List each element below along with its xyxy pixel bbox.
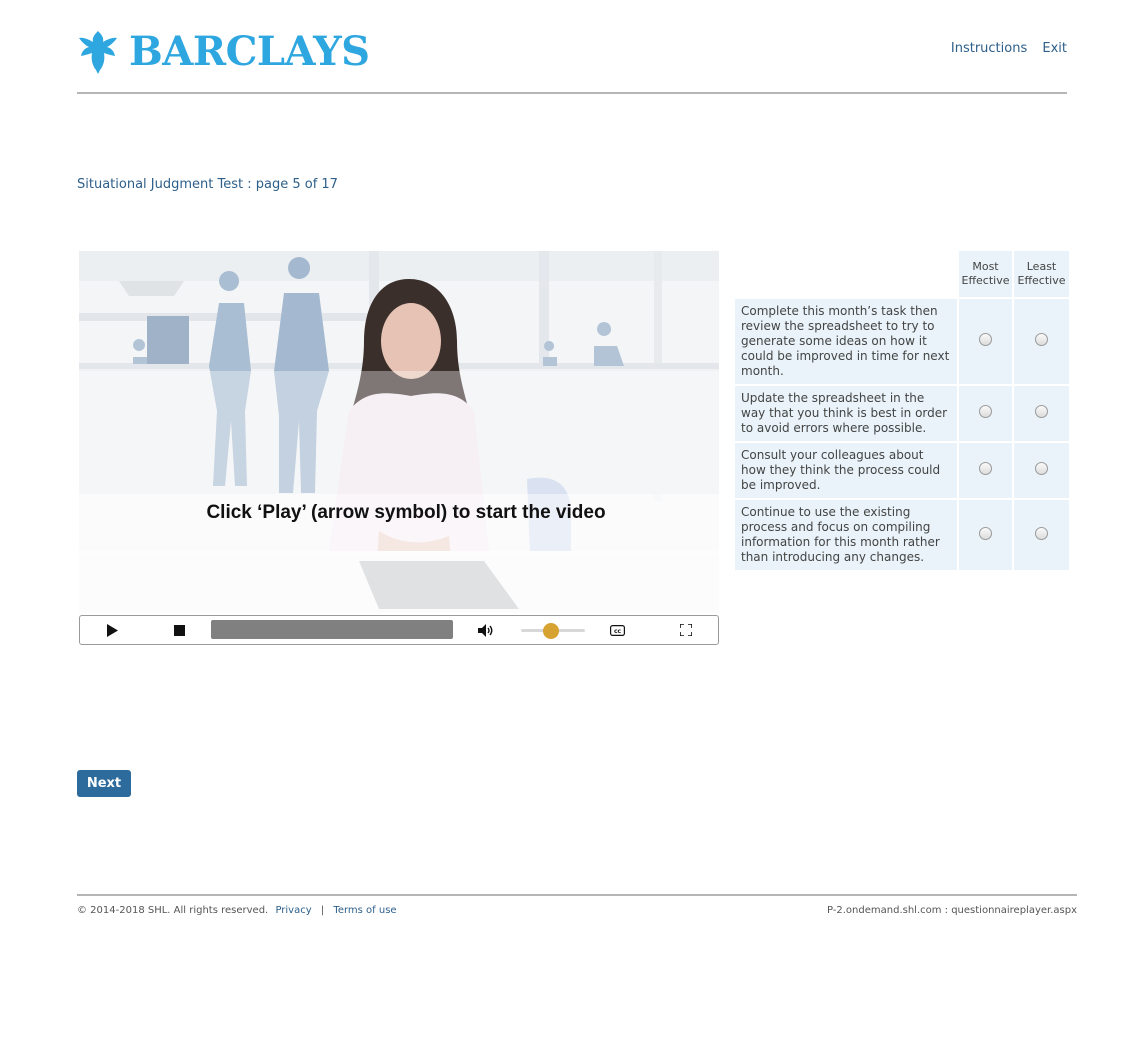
options-table: Most Effective Least Effective Complete …	[735, 251, 1069, 570]
instructions-link[interactable]: Instructions	[951, 41, 1027, 56]
column-header-least-effective: Least Effective	[1012, 251, 1069, 297]
least-effective-cell	[1012, 498, 1069, 570]
video-caption: Click ‘Play’ (arrow symbol) to start the…	[206, 502, 606, 523]
header-blank	[735, 251, 957, 297]
least-effective-radio[interactable]	[1035, 405, 1048, 418]
closed-captions-icon: cc	[609, 624, 625, 636]
column-header-line: Most	[972, 260, 999, 273]
page-title: Situational Judgment Test : page 5 of 17	[77, 177, 338, 192]
option-row: Update the spreadsheet in the way that y…	[735, 384, 1069, 441]
svg-text:cc: cc	[613, 628, 621, 635]
stop-button[interactable]	[168, 616, 190, 644]
next-button[interactable]: Next	[77, 770, 131, 797]
option-row: Complete this month’s task then review t…	[735, 297, 1069, 384]
copyright-text: © 2014-2018 SHL. All rights reserved.	[77, 905, 269, 916]
volume-icon	[478, 623, 493, 637]
logo-wordmark: BARCLAYS	[129, 28, 370, 75]
volume-button[interactable]	[475, 616, 497, 644]
most-effective-cell	[957, 441, 1012, 498]
header-divider	[77, 92, 1067, 94]
column-header-line: Effective	[1017, 274, 1066, 287]
least-effective-radio[interactable]	[1035, 526, 1048, 540]
option-text: Consult your colleagues about how they t…	[735, 441, 957, 498]
footer-divider	[77, 894, 1077, 896]
most-effective-cell	[957, 498, 1012, 570]
footer-separator: |	[320, 905, 325, 916]
closed-captions-button[interactable]: cc	[606, 616, 628, 644]
most-effective-radio[interactable]	[979, 526, 992, 540]
least-effective-radio[interactable]	[1035, 333, 1048, 346]
video-still-frame	[79, 251, 719, 613]
least-effective-radio[interactable]	[1035, 462, 1048, 475]
eagle-icon	[79, 31, 117, 74]
fullscreen-icon	[680, 624, 692, 636]
most-effective-radio[interactable]	[979, 462, 992, 475]
option-text: Complete this month’s task then review t…	[735, 297, 957, 384]
column-header-line: Effective	[961, 274, 1010, 287]
option-text: Continue to use the existing process and…	[735, 498, 957, 570]
column-header-most-effective: Most Effective	[957, 251, 1012, 297]
video-controls: cc	[79, 615, 719, 645]
most-effective-cell	[957, 297, 1012, 384]
least-effective-cell	[1012, 297, 1069, 384]
option-row: Consult your colleagues about how they t…	[735, 441, 1069, 498]
server-info: P-2.ondemand.shl.com : questionnaireplay…	[826, 905, 1077, 916]
option-text: Update the spreadsheet in the way that y…	[735, 384, 957, 441]
least-effective-cell	[1012, 441, 1069, 498]
privacy-link[interactable]: Privacy	[275, 905, 311, 916]
most-effective-cell	[957, 384, 1012, 441]
most-effective-radio[interactable]	[979, 405, 992, 418]
top-links: Instructions Exit	[940, 41, 1067, 56]
footer-left: © 2014-2018 SHL. All rights reserved. Pr…	[77, 905, 397, 916]
column-header-line: Least	[1026, 260, 1057, 273]
play-button[interactable]	[100, 616, 124, 644]
play-icon	[107, 623, 118, 637]
volume-slider-handle[interactable]	[543, 623, 559, 639]
terms-of-use-link[interactable]: Terms of use	[333, 905, 396, 916]
exit-link[interactable]: Exit	[1042, 41, 1067, 56]
video-player[interactable]: Click ‘Play’ (arrow symbol) to start the…	[79, 251, 719, 613]
most-effective-radio[interactable]	[979, 333, 992, 346]
fullscreen-button[interactable]	[675, 616, 697, 644]
barclays-logo: BARCLAYS	[77, 28, 370, 76]
least-effective-cell	[1012, 384, 1069, 441]
option-row: Continue to use the existing process and…	[735, 498, 1069, 570]
stop-icon	[173, 624, 185, 636]
progress-bar[interactable]	[211, 620, 453, 639]
